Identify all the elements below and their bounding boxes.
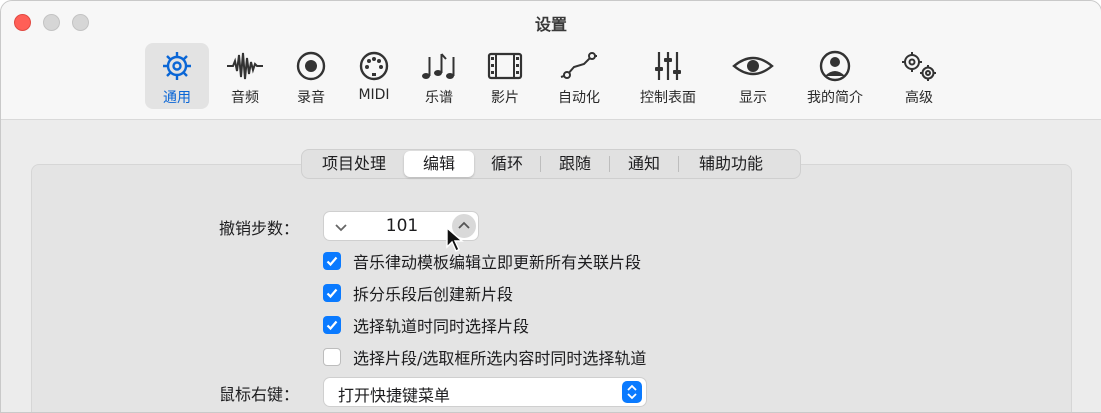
tab-audio[interactable]: 音频 — [217, 43, 273, 109]
tab-label: 显示 — [739, 90, 767, 106]
segment-cycle[interactable]: 循环 — [474, 151, 540, 177]
general-segmented-control: 项目处理 编辑 循环 跟随 通知 辅助功能 — [301, 149, 801, 179]
film-icon — [487, 52, 523, 80]
checkmark-icon — [326, 256, 338, 267]
sliders-icon — [655, 52, 681, 80]
tab-label: 我的简介 — [807, 90, 863, 106]
gears-icon — [902, 52, 936, 81]
tab-label: 影片 — [491, 90, 519, 106]
window-title: 设置 — [534, 15, 567, 34]
tab-general[interactable]: 通用 — [145, 43, 209, 109]
tab-label: 音频 — [231, 90, 259, 106]
checkmark-icon — [326, 288, 338, 299]
mouse-pointer-icon — [446, 227, 464, 252]
checkbox[interactable] — [323, 316, 341, 334]
segment-editing[interactable]: 编辑 — [404, 151, 474, 177]
tab-control-surfaces[interactable]: 控制表面 — [631, 43, 705, 109]
tab-display[interactable]: 显示 — [725, 43, 781, 109]
checkbox-row[interactable]: 拆分乐段后创建新片段 — [323, 282, 513, 304]
tab-my-info[interactable]: 我的简介 — [799, 43, 871, 109]
record-icon — [296, 51, 326, 81]
tab-label: 乐谱 — [425, 90, 453, 106]
settings-window: 设置 通用 音频 录音 MIDI 乐谱 影片 自动化 控制表面 显示 我的简介 … — [0, 0, 1101, 413]
eye-icon — [732, 56, 774, 76]
right-click-label: 鼠标右键： — [219, 385, 300, 404]
preferences-tabs: 通用 音频 录音 MIDI 乐谱 影片 自动化 控制表面 显示 我的简介 高级 — [1, 43, 1101, 111]
settings-content-panel — [31, 164, 1072, 412]
tab-advanced[interactable]: 高级 — [891, 43, 947, 109]
tab-automation[interactable]: 自动化 — [547, 43, 611, 109]
tab-label: 高级 — [905, 90, 933, 106]
popup-arrows-icon[interactable] — [622, 381, 642, 403]
segment-notifications[interactable]: 通知 — [610, 151, 678, 177]
checkbox-row[interactable]: 选择轨道时同时选择片段 — [323, 314, 529, 336]
tab-label: 通用 — [163, 90, 191, 106]
segment-accessibility[interactable]: 辅助功能 — [679, 151, 783, 177]
preferences-toolbar: 设置 通用 音频 录音 MIDI 乐谱 影片 自动化 控制表面 显示 我的简介 … — [1, 1, 1101, 120]
tab-movie[interactable]: 影片 — [479, 43, 531, 109]
checkbox-label: 选择轨道时同时选择片段 — [353, 317, 530, 336]
segment-project-handling[interactable]: 项目处理 — [304, 151, 404, 177]
right-click-popup[interactable]: 打开快捷键菜单 — [323, 377, 647, 407]
tab-midi[interactable]: MIDI — [347, 43, 401, 109]
undo-steps-label: 撤销步数： — [219, 219, 300, 238]
person-icon — [819, 50, 851, 82]
music-notes-icon — [422, 53, 455, 79]
tab-recording[interactable]: 录音 — [285, 43, 337, 109]
automation-curve-icon — [560, 52, 597, 79]
tab-label: 录音 — [297, 90, 325, 106]
checkbox-label: 音乐律动模板编辑立即更新所有关联片段 — [353, 253, 642, 272]
segment-catch[interactable]: 跟随 — [541, 151, 609, 177]
right-click-value[interactable]: 打开快捷键菜单 — [338, 382, 450, 406]
tab-label: 控制表面 — [640, 90, 696, 106]
checkbox-row[interactable]: 音乐律动模板编辑立即更新所有关联片段 — [323, 250, 641, 272]
checkbox-label: 选择片段/选取框所选内容时同时选择轨道 — [353, 349, 647, 368]
checkbox-label: 拆分乐段后创建新片段 — [353, 285, 514, 304]
checkbox[interactable] — [323, 348, 341, 366]
checkbox-row[interactable]: 选择片段/选取框所选内容时同时选择轨道 — [323, 346, 646, 368]
checkbox[interactable] — [323, 284, 341, 302]
tab-label: 自动化 — [558, 90, 600, 106]
checkmark-icon — [326, 320, 338, 331]
gear-icon — [163, 52, 191, 80]
midi-connector-icon — [359, 51, 389, 81]
waveform-icon — [227, 52, 263, 80]
checkbox[interactable] — [323, 252, 341, 270]
tab-label: MIDI — [358, 87, 390, 103]
tab-score[interactable]: 乐谱 — [413, 43, 465, 109]
